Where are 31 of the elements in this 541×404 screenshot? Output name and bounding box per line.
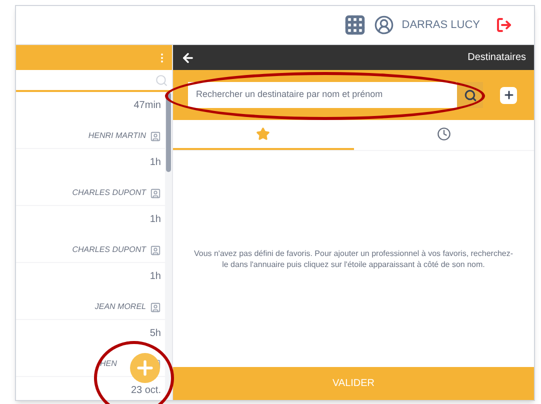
contact-card-icon [150,130,161,142]
search-icon [155,74,168,86]
time-label: 1h [150,156,161,170]
time-label: 1h [150,213,161,227]
time-label: 23 oct. [130,384,161,398]
contact-card-icon [150,302,161,312]
contact-card-icon [150,244,161,256]
back-icon[interactable] [181,50,195,64]
contact-name: CHARLES DUPONT [72,187,146,199]
contact-name: JEAN MOREL [94,301,146,313]
avatar-icon [374,15,394,35]
recipient-search-bar[interactable]: Rechercher un destinataire par nom et prénom [188,82,483,108]
time-label: 5h [150,327,161,341]
user-name[interactable]: DARRAS LUCY [402,16,480,34]
time-label: 1h [150,270,161,284]
contact-name: HENRI MARTIN [88,130,146,142]
scrollbar-thumb[interactable] [166,92,171,172]
empty-message: Vous n'avez pas défini de favoris. Pour ajouter un professionnel à vos favoris, recherchez-le dans l'annuaire puis cliquez sur l'étoile apparaissant à côté de son nom. [192,248,514,270]
apps-grid-icon[interactable] [344,14,366,36]
time-label: 47min [134,99,161,113]
contact-name: CHARLES DUPONT [72,244,146,256]
logout-icon[interactable] [496,17,512,33]
plus-icon [502,89,514,101]
plus-icon [134,357,156,379]
clock-icon [436,127,451,141]
contact-card-icon [150,188,161,198]
star-icon [256,127,270,141]
panel-title: Destinataires [468,51,526,65]
search-icon [464,88,476,102]
contact-name: HEN [100,358,118,370]
add-button[interactable] [500,86,517,104]
